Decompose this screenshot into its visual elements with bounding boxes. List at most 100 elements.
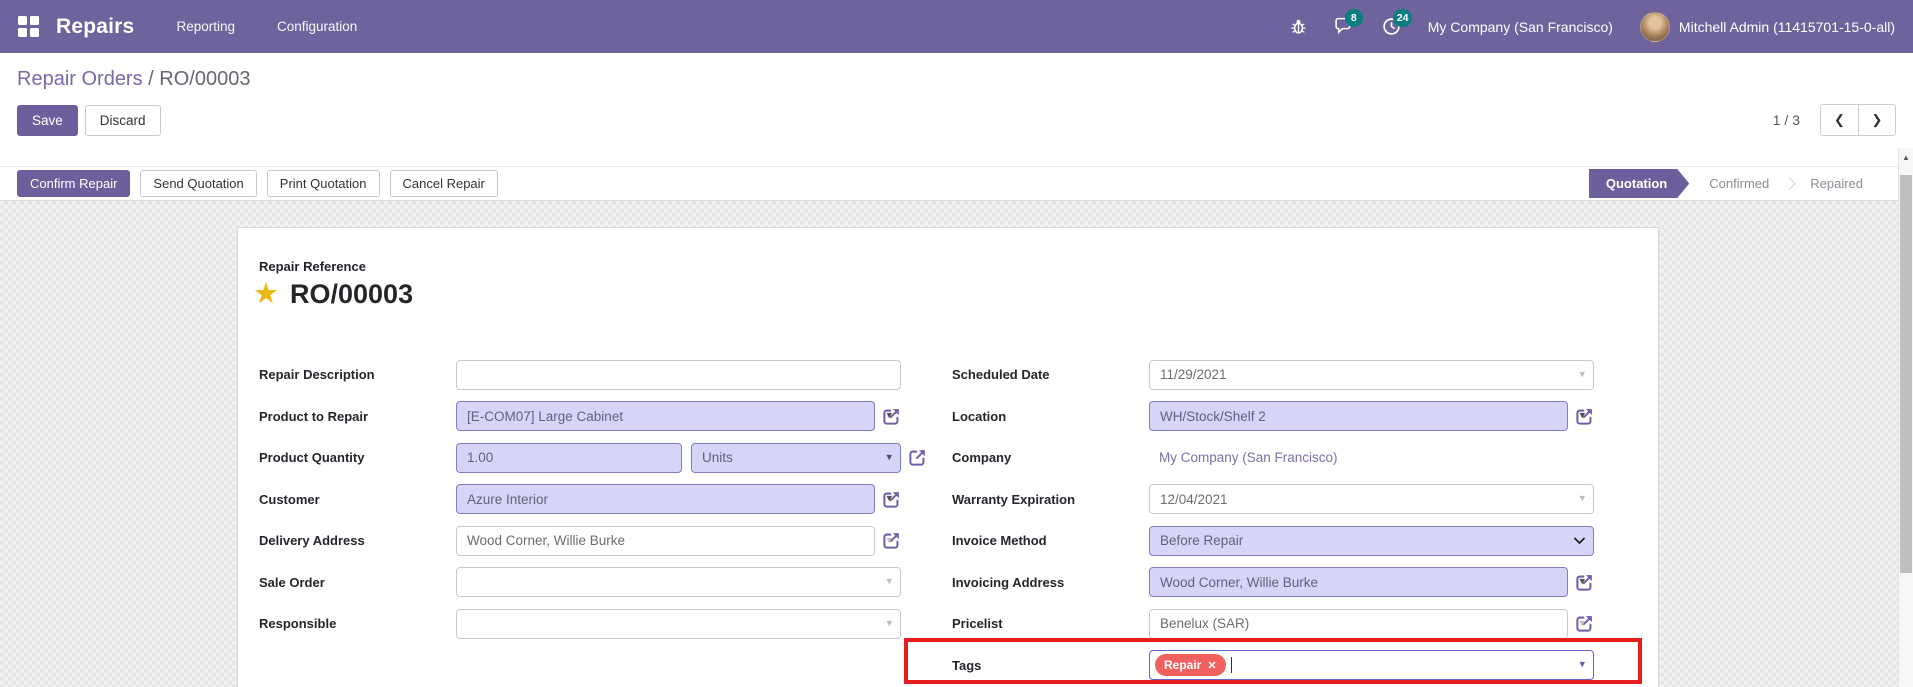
field-row-invoice-method: Invoice Method Before Repair (952, 520, 1652, 562)
pager: 1 / 3 ❮ ❯ (1773, 104, 1896, 136)
field-row-sale-order: Sale Order ▾ (259, 562, 952, 604)
uom-select[interactable]: Units (691, 442, 901, 473)
stage-repaired[interactable]: Repaired (1790, 176, 1883, 191)
print-quotation-button[interactable]: Print Quotation (266, 170, 380, 197)
location-select[interactable]: WH/Stock/Shelf 2 (1149, 401, 1568, 432)
external-link-icon[interactable] (882, 531, 901, 550)
stage-confirmed[interactable]: Confirmed (1689, 176, 1789, 191)
invoicing-address-select[interactable]: Wood Corner, Willie Burke (1149, 567, 1568, 598)
breadcrumb-parent[interactable]: Repair Orders (17, 68, 143, 90)
tags-input[interactable]: Repair ✕ (1149, 650, 1594, 681)
breadcrumb-separator: / (142, 68, 160, 90)
systray: 8 24 My Company (San Francisco) Mitchell… (1290, 9, 1895, 42)
form-view-background: Repair Reference ★ RO/00003 Repair Descr… (0, 201, 1913, 687)
debug-bug-icon[interactable] (1290, 18, 1307, 35)
confirm-repair-button[interactable]: Confirm Repair (17, 170, 131, 197)
title-row: ★ RO/00003 (253, 279, 413, 310)
activities-clock-icon[interactable]: 24 (1382, 9, 1413, 36)
breadcrumb-current: RO/00003 (159, 68, 251, 90)
company-link[interactable]: My Company (San Francisco) (1149, 443, 1594, 473)
control-panel: Repair Orders / RO/00003 Save Discard 1 … (0, 53, 1913, 166)
discard-button[interactable]: Discard (84, 104, 161, 136)
chevron-left-icon: ❮ (1834, 112, 1845, 127)
repair-description-input[interactable] (456, 359, 901, 390)
field-row-repair-description: Repair Description (259, 354, 952, 396)
scroll-up-arrow-icon[interactable]: ▲ (1899, 153, 1913, 162)
sale-order-select[interactable] (456, 567, 901, 598)
reference-label: Repair Reference (259, 259, 366, 274)
delivery-address-select[interactable]: Wood Corner, Willie Burke (456, 525, 875, 556)
scrollbar-thumb[interactable] (1900, 175, 1912, 573)
save-button[interactable]: Save (17, 104, 78, 136)
field-label: Invoice Method (952, 533, 1047, 549)
product-quantity-input[interactable]: 1.00 (456, 442, 682, 473)
field-row-product-to-repair: Product to Repair [E-COM07] Large Cabine… (259, 396, 952, 438)
messages-badge: 8 (1344, 9, 1363, 27)
top-navbar: Repairs Reporting Configuration 8 24 My … (0, 0, 1913, 53)
external-link-icon[interactable] (1575, 573, 1594, 592)
field-row-pricelist: Pricelist Benelux (SAR) ▾ (952, 603, 1652, 645)
customer-select[interactable]: Azure Interior (456, 484, 875, 515)
external-link-icon[interactable] (1575, 614, 1594, 633)
vertical-scrollbar[interactable]: ▲ (1898, 148, 1913, 687)
avatar (1639, 11, 1670, 42)
pager-next-button[interactable]: ❯ (1858, 104, 1896, 136)
messages-icon[interactable]: 8 (1334, 9, 1363, 36)
pager-count[interactable]: 1 / 3 (1773, 112, 1800, 128)
field-label: Warranty Expiration (952, 491, 1076, 507)
pager-previous-button[interactable]: ❮ (1820, 104, 1858, 136)
stage-quotation[interactable]: Quotation (1589, 169, 1689, 198)
field-label: Responsible (259, 616, 337, 632)
action-buttons: Confirm Repair Send Quotation Print Quot… (17, 170, 498, 197)
pricelist-select[interactable]: Benelux (SAR) (1149, 608, 1568, 639)
chevron-right-icon: ❯ (1871, 112, 1883, 127)
field-row-invoicing-address: Invoicing Address Wood Corner, Willie Bu… (952, 562, 1652, 604)
user-menu[interactable]: Mitchell Admin (11415701-15-0-all) (1639, 11, 1895, 42)
send-quotation-button[interactable]: Send Quotation (140, 170, 257, 197)
app-name[interactable]: Repairs (56, 15, 134, 39)
breadcrumb: Repair Orders / RO/00003 (0, 53, 1913, 91)
external-link-icon[interactable] (882, 407, 901, 426)
cancel-repair-button[interactable]: Cancel Repair (389, 170, 498, 197)
field-label: Sale Order (259, 574, 325, 590)
invoice-method-select[interactable]: Before Repair (1149, 525, 1594, 556)
control-panel-buttons-row: Save Discard 1 / 3 ❮ ❯ (0, 91, 1913, 136)
field-label: Product to Repair (259, 408, 369, 424)
favorite-star-icon[interactable]: ★ (253, 280, 279, 309)
field-label: Company (952, 450, 1012, 466)
field-row-company: Company My Company (San Francisco) (952, 437, 1652, 479)
company-switcher[interactable]: My Company (San Francisco) (1428, 19, 1613, 35)
field-row-delivery-address: Delivery Address Wood Corner, Willie Bur… (259, 520, 952, 562)
warranty-expiration-input[interactable]: 12/04/2021 (1149, 484, 1594, 515)
user-name: Mitchell Admin (11415701-15-0-all) (1678, 18, 1895, 35)
field-label: Tags (952, 657, 982, 673)
field-label: Scheduled Date (952, 367, 1050, 383)
menu-reporting[interactable]: Reporting (176, 19, 235, 34)
field-row-warranty-expiration: Warranty Expiration 12/04/2021 ▾ (952, 479, 1652, 521)
field-label: Pricelist (952, 616, 1003, 632)
text-cursor (1230, 657, 1232, 674)
menu-configuration[interactable]: Configuration (277, 19, 357, 34)
activities-badge: 24 (1392, 9, 1413, 27)
tag-repair: Repair ✕ (1155, 654, 1226, 677)
left-column: Repair Description Product to Repair [E-… (259, 354, 952, 686)
external-link-icon[interactable] (1575, 407, 1594, 426)
field-row-location: Location WH/Stock/Shelf 2 ▾ (952, 396, 1652, 438)
product-to-repair-select[interactable]: [E-COM07] Large Cabinet (456, 401, 875, 432)
apps-menu-icon[interactable] (18, 15, 40, 38)
tag-remove-icon[interactable]: ✕ (1207, 659, 1216, 672)
form-columns: Repair Description Product to Repair [E-… (259, 354, 1652, 686)
apps-grid-square (18, 27, 27, 37)
field-row-customer: Customer Azure Interior ▾ (259, 479, 952, 521)
field-label: Repair Description (259, 367, 375, 383)
field-row-tags: Tags Repair ✕ ▾ (952, 645, 1652, 687)
tag-label: Repair (1164, 658, 1202, 673)
scheduled-date-input[interactable]: 11/29/2021 (1149, 359, 1594, 390)
field-label: Delivery Address (259, 533, 365, 549)
field-row-product-quantity: Product Quantity 1.00 Units ▾ (259, 437, 952, 479)
external-link-icon[interactable] (882, 490, 901, 509)
stage-statusbar: Quotation Confirmed Repaired (1589, 169, 1883, 198)
external-link-icon[interactable] (908, 448, 927, 467)
responsible-select[interactable] (456, 608, 901, 639)
field-label: Product Quantity (259, 450, 365, 466)
